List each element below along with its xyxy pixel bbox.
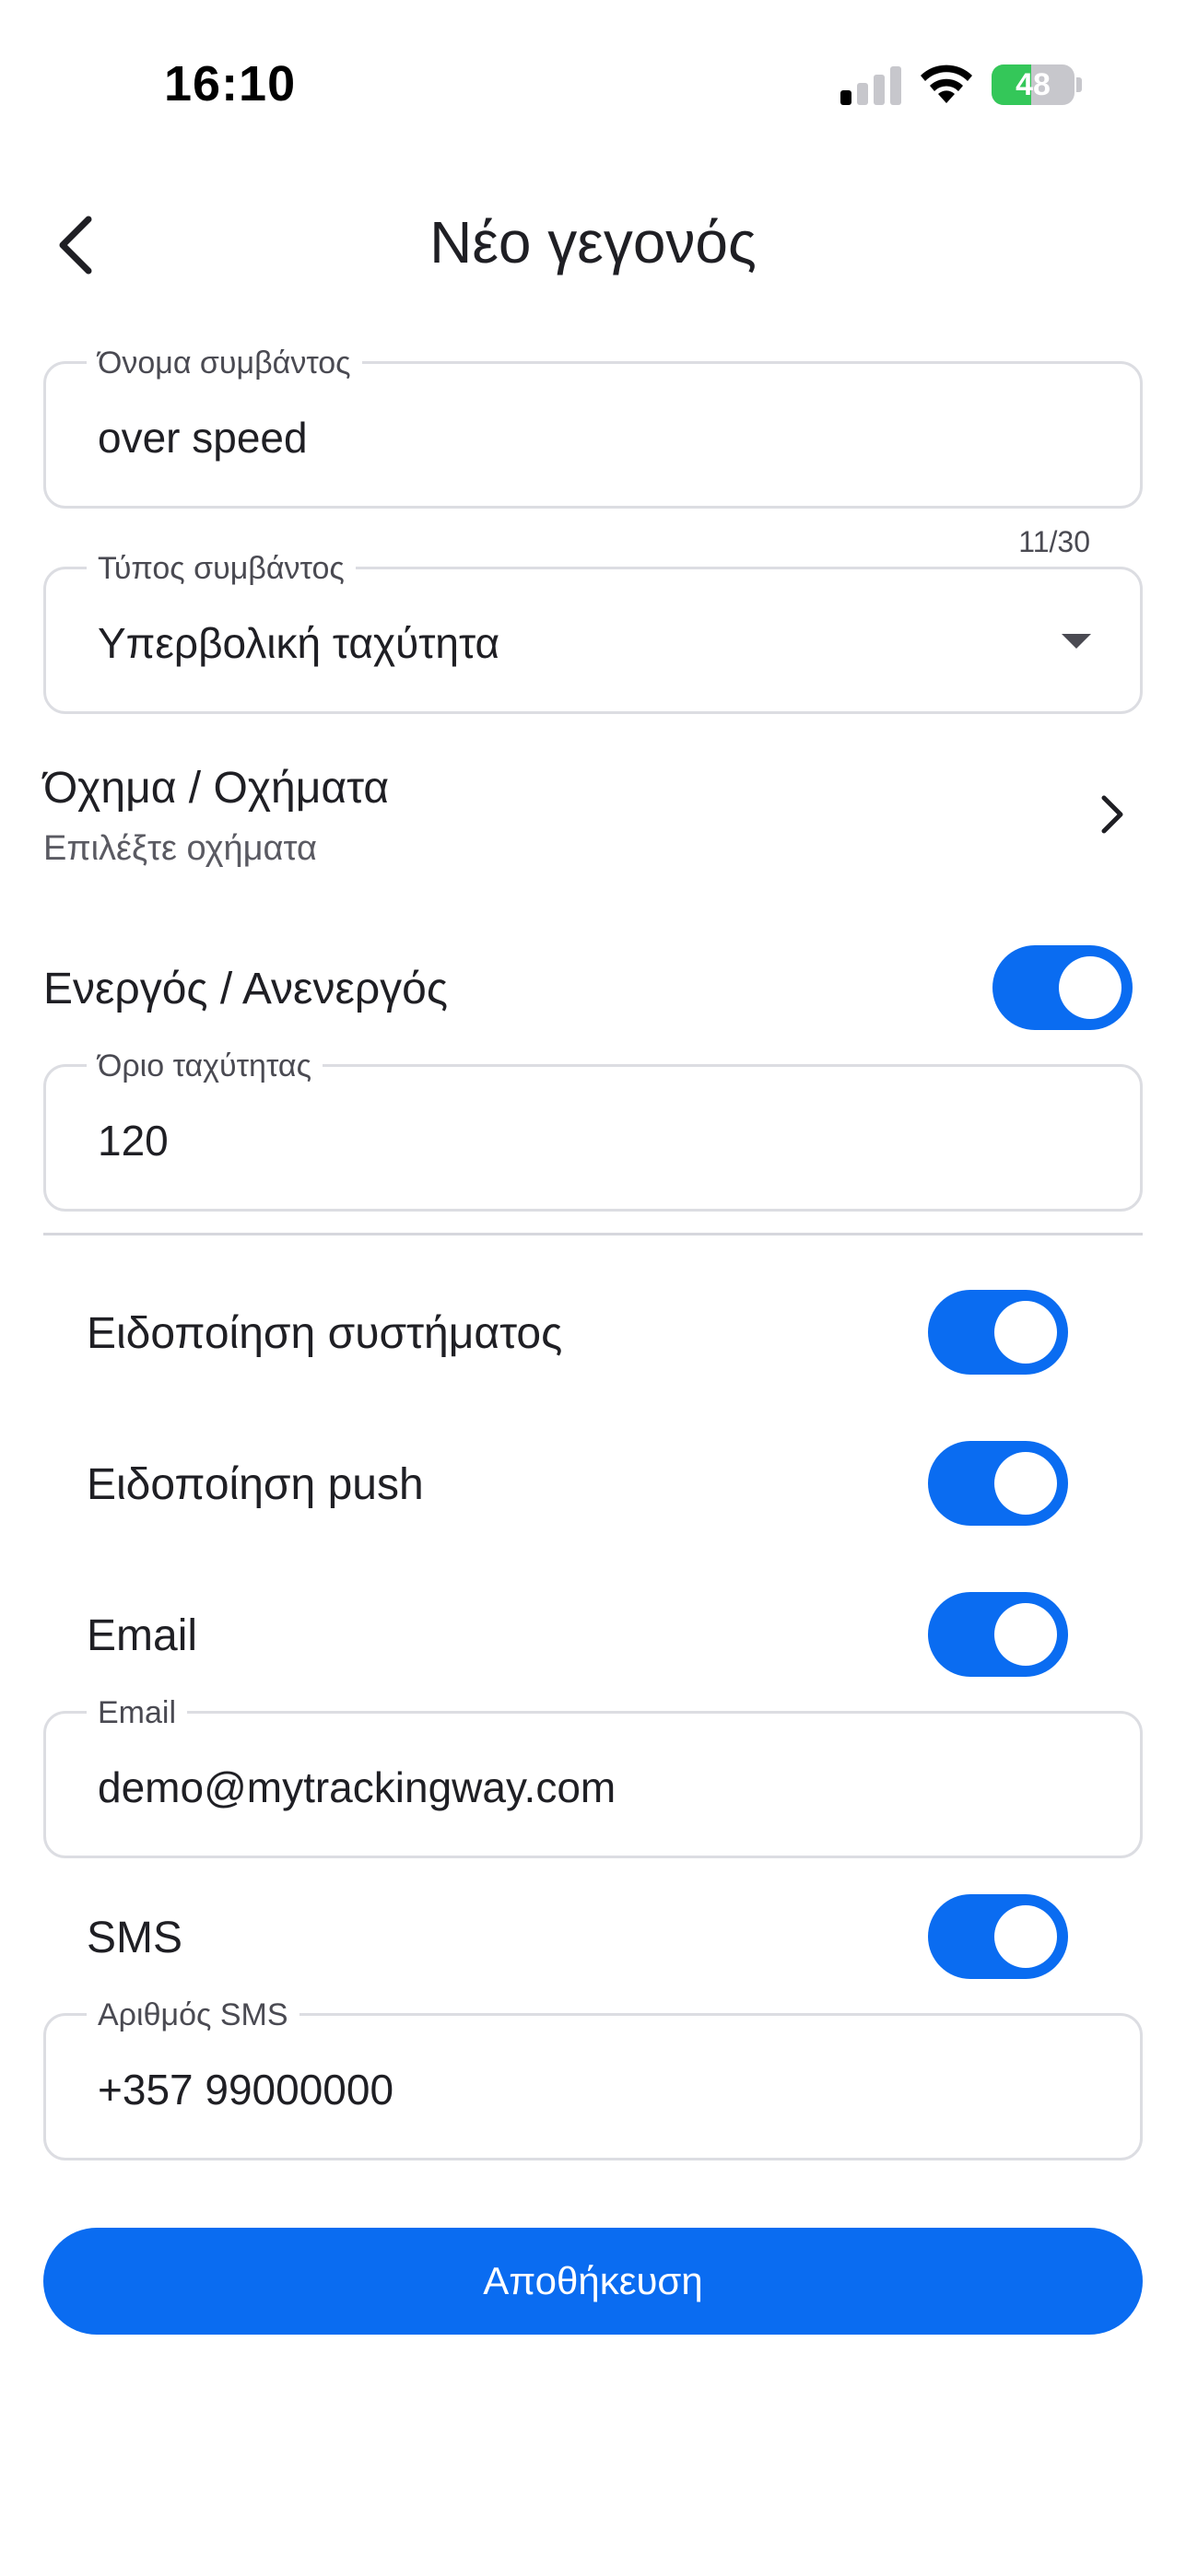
active-label: Ενεργός / Ανενεργός — [43, 965, 448, 1013]
sms-number-value[interactable]: +357 99000000 — [98, 2065, 393, 2114]
push-notification-toggle[interactable] — [928, 1441, 1068, 1526]
email-field-label: Email — [87, 1694, 188, 1731]
email-field-value[interactable]: demo@mytrackingway.com — [98, 1762, 616, 1812]
sms-notification-toggle[interactable] — [928, 1894, 1068, 1979]
battery-cap — [1076, 77, 1082, 92]
wifi-icon — [921, 64, 972, 103]
cellular-signal-icon — [840, 66, 901, 105]
toggle-knob — [994, 1603, 1057, 1666]
active-toggle[interactable] — [992, 945, 1133, 1030]
sms-notification-label: SMS — [87, 1914, 183, 1962]
speed-limit-field[interactable] — [43, 1064, 1143, 1212]
chevron-right-icon[interactable] — [1098, 794, 1126, 835]
speed-limit-value[interactable]: 120 — [98, 1116, 169, 1165]
section-divider — [43, 1233, 1143, 1235]
save-button[interactable]: Αποθήκευση — [43, 2228, 1143, 2335]
dropdown-arrow-icon[interactable] — [1062, 634, 1091, 649]
battery-icon: 48 — [992, 64, 1074, 105]
system-notification-toggle[interactable] — [928, 1290, 1068, 1375]
event-type-value[interactable]: Υπερβολική ταχύτητα — [98, 618, 499, 668]
event-type-label: Τύπος συμβάντος — [87, 550, 356, 587]
status-time: 16:10 — [164, 56, 297, 111]
vehicles-subtitle: Επιλέξτε οχήματα — [43, 829, 317, 868]
event-name-label: Όνομα συμβάντος — [87, 345, 362, 381]
toggle-knob — [994, 1301, 1057, 1364]
toggle-knob — [994, 1905, 1057, 1968]
sms-number-label: Αριθμός SMS — [87, 1996, 299, 2033]
toggle-knob — [994, 1452, 1057, 1515]
push-notification-label: Ειδοποίηση push — [87, 1460, 424, 1509]
email-notification-label: Email — [87, 1611, 198, 1660]
page-title: Νέο γεγονός — [429, 209, 757, 275]
event-name-value[interactable]: over speed — [98, 413, 308, 463]
character-counter: 11/30 — [1018, 525, 1090, 558]
system-notification-label: Ειδοποίηση συστήματος — [87, 1309, 563, 1358]
speed-limit-label: Όριο ταχύτητας — [87, 1048, 323, 1084]
vehicles-title: Όχημα / Οχήματα — [43, 764, 390, 813]
toggle-knob — [1059, 956, 1121, 1019]
battery-percentage: 48 — [1016, 67, 1051, 102]
email-notification-toggle[interactable] — [928, 1592, 1068, 1677]
